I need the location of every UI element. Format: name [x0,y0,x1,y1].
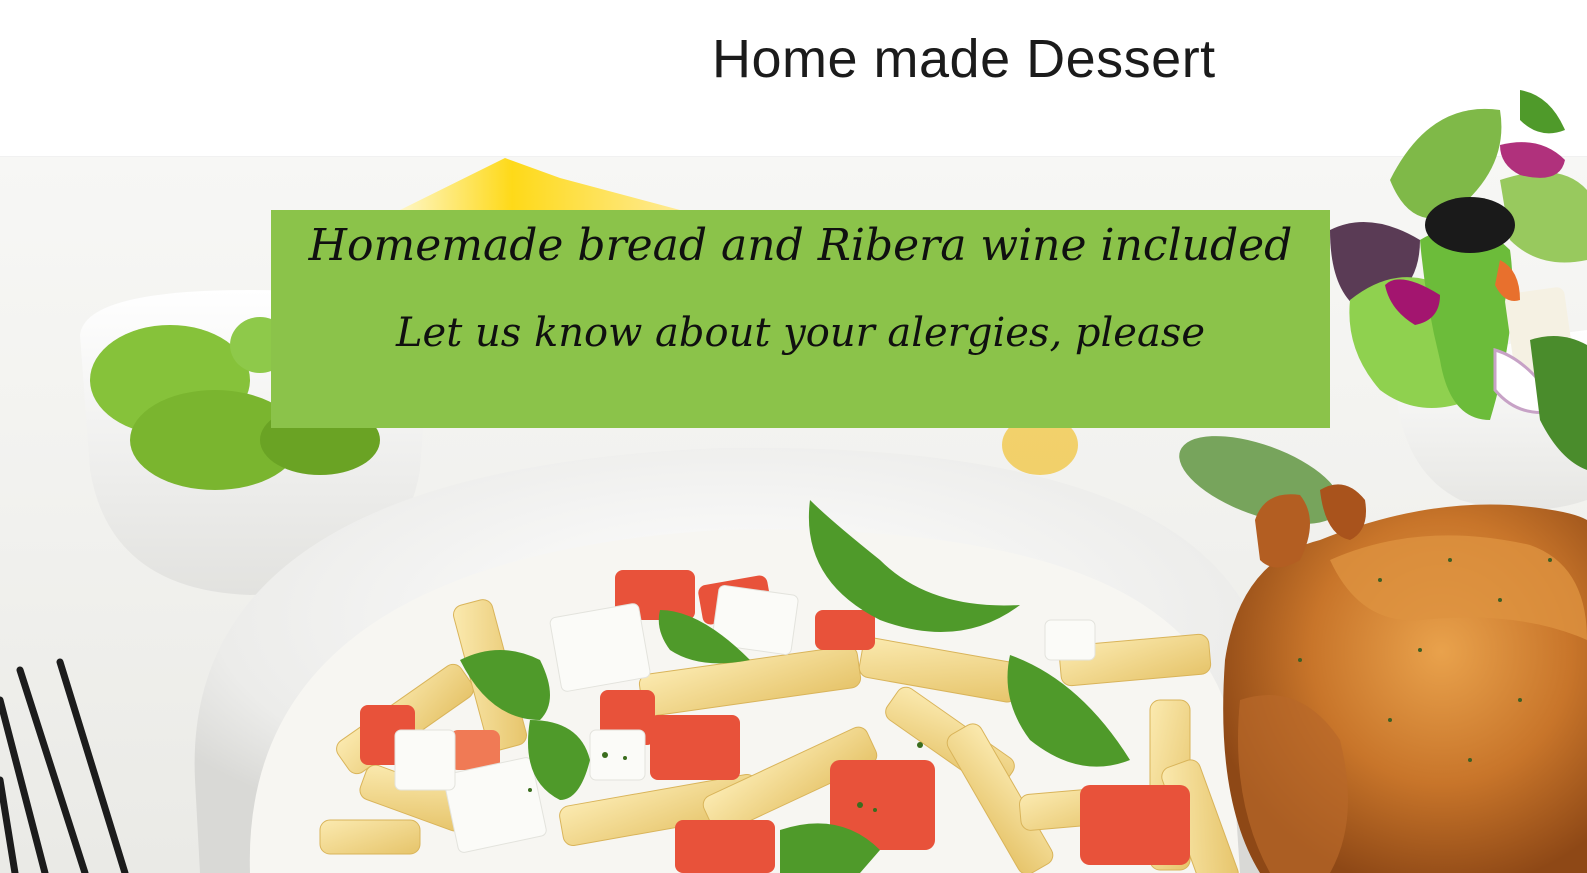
banner-line-bread-wine: Homemade bread and Ribera wine included [308,220,1293,271]
slide-canvas: Home made Dessert Homemade bread and Rib… [0,0,1587,873]
page-title: Home made Dessert [712,29,1216,89]
oil-bottle-shape [400,158,680,210]
fork-icon [0,658,129,873]
header-bar: Home made Dessert [0,0,1587,157]
banner-line-allergies: Let us know about your alergies, please [395,310,1205,356]
info-banner: Homemade bread and Ribera wine included … [271,210,1330,428]
